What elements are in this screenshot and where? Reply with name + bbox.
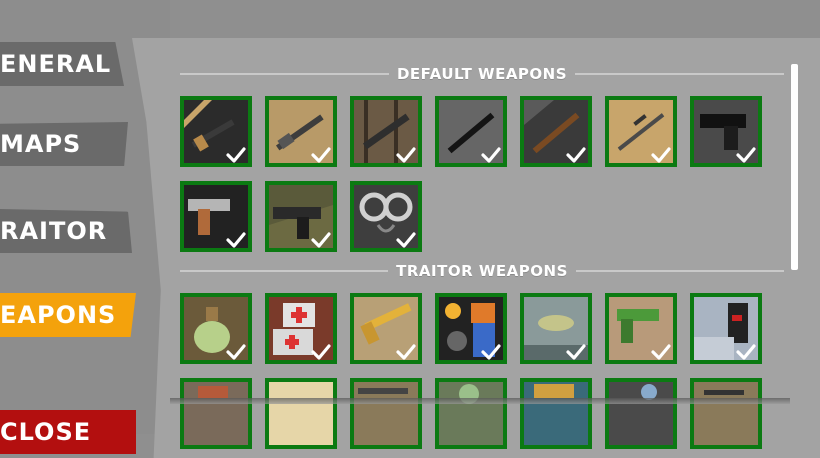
check-icon (481, 147, 501, 163)
traitor-weapon-slot[interactable] (350, 293, 422, 364)
check-icon (226, 344, 246, 360)
tab-maps-label: MAPS (0, 130, 82, 158)
check-icon (311, 344, 331, 360)
default-weapons-header: DEFAULT WEAPONS (180, 64, 784, 84)
traitor-weapon-slot[interactable] (520, 293, 592, 364)
divider (575, 73, 784, 75)
scroll-fade (170, 398, 790, 404)
default-weapons-title: DEFAULT WEAPONS (396, 65, 568, 83)
traitor-weapon-slot[interactable] (690, 293, 762, 364)
divider (180, 270, 389, 272)
partial-item-4-icon (439, 382, 503, 445)
tab-weapons-label: EAPONS (0, 301, 117, 329)
check-icon (226, 147, 246, 163)
check-icon (736, 147, 756, 163)
traitor-weapon-slot[interactable] (265, 293, 337, 364)
traitor-weapons-title: TRAITOR WEAPONS (396, 262, 568, 280)
partial-item-3-icon (354, 382, 418, 445)
tab-close-label: CLOSE (0, 418, 92, 446)
tab-general-label: ENERAL (0, 50, 112, 78)
default-weapon-slot[interactable] (180, 96, 252, 167)
partial-item-6-icon (609, 382, 673, 445)
partial-item-1-icon (184, 382, 248, 445)
scrollbar[interactable] (791, 64, 798, 270)
divider (180, 73, 389, 75)
default-weapon-slot[interactable] (605, 96, 677, 167)
check-icon (651, 147, 671, 163)
check-icon (736, 344, 756, 360)
check-icon (226, 232, 246, 248)
check-icon (311, 232, 331, 248)
tab-maps[interactable]: MAPS (0, 122, 128, 166)
check-icon (566, 344, 586, 360)
traitor-weapon-slot[interactable] (350, 378, 422, 449)
traitor-weapon-slot[interactable] (180, 293, 252, 364)
tab-general[interactable]: ENERAL (0, 42, 124, 86)
traitor-weapon-slot[interactable] (605, 378, 677, 449)
check-icon (311, 147, 331, 163)
default-weapon-slot[interactable] (690, 96, 762, 167)
traitor-weapon-slot[interactable] (520, 378, 592, 449)
default-weapon-slot[interactable] (350, 96, 422, 167)
partial-item-5-icon (524, 382, 588, 445)
tab-traitor-label: RAITOR (0, 217, 108, 245)
default-weapon-slot[interactable] (520, 96, 592, 167)
check-icon (481, 344, 501, 360)
tab-weapons[interactable]: EAPONS (0, 293, 136, 337)
traitor-weapon-slot[interactable] (435, 378, 507, 449)
partial-item-7-icon (694, 382, 758, 445)
traitor-weapons-header: TRAITOR WEAPONS (180, 261, 785, 281)
check-icon (651, 344, 671, 360)
traitor-weapon-slot[interactable] (605, 293, 677, 364)
traitor-weapon-slot[interactable] (180, 378, 252, 449)
default-weapon-slot[interactable] (265, 96, 337, 167)
default-weapon-slot[interactable] (435, 96, 507, 167)
tab-close[interactable]: CLOSE (0, 410, 136, 454)
check-icon (566, 147, 586, 163)
check-icon (396, 344, 416, 360)
divider (575, 270, 785, 272)
traitor-weapon-slot[interactable] (435, 293, 507, 364)
partial-item-2-icon (269, 382, 333, 445)
default-weapon-slot[interactable] (265, 181, 337, 252)
traitor-weapon-slot[interactable] (690, 378, 762, 449)
default-weapon-slot[interactable] (180, 181, 252, 252)
check-icon (396, 147, 416, 163)
traitor-weapon-slot[interactable] (265, 378, 337, 449)
default-weapon-slot[interactable] (350, 181, 422, 252)
tab-traitor[interactable]: RAITOR (0, 209, 132, 253)
check-icon (396, 232, 416, 248)
